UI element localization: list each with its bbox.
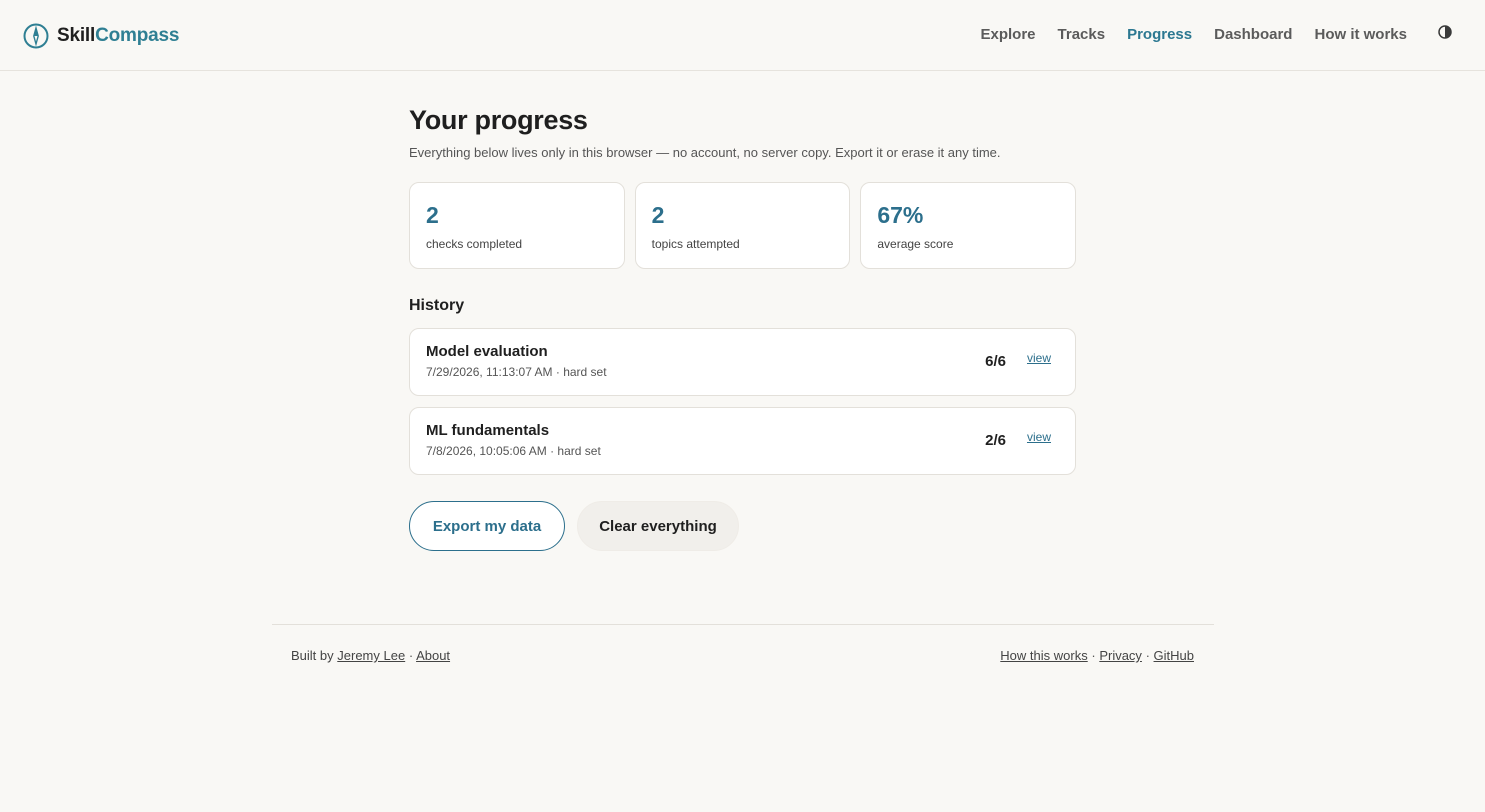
history-list: Model evaluation 7/29/2026, 11:13:07 AM … (409, 328, 1076, 475)
nav-link-dashboard[interactable]: Dashboard (1214, 24, 1292, 46)
history-item: ML fundamentals 7/8/2026, 10:05:06 AM · … (409, 407, 1076, 475)
brand-logo-link[interactable]: SkillCompass (23, 22, 179, 49)
nav-link-progress[interactable]: Progress (1127, 24, 1192, 46)
compass-icon (23, 23, 49, 48)
history-item-view-link[interactable]: view (1027, 351, 1051, 365)
stat-card-average-score: 67% average score (860, 182, 1077, 269)
footer-separator: · (1091, 648, 1096, 663)
history-item-title: Model evaluation (426, 343, 548, 360)
site-footer: Built by Jeremy Lee · About How this wor… (272, 624, 1214, 684)
brand-name-part2: Compass (95, 24, 180, 46)
history-item-view-link[interactable]: view (1027, 430, 1051, 444)
built-by-text: Built by (291, 648, 334, 663)
brand-name-part1: Skill (57, 24, 96, 46)
stat-card-checks: 2 checks completed (409, 182, 625, 269)
page-subtitle: Everything below lives only in this brow… (409, 145, 1001, 160)
history-item-meta: 7/29/2026, 11:13:07 AM · hard set (426, 365, 607, 379)
footer-separator: · (1145, 648, 1150, 663)
stat-label: average score (877, 237, 954, 251)
history-item-score: 6/6 (985, 353, 1006, 370)
author-link[interactable]: Jeremy Lee (337, 648, 405, 663)
data-actions: Export my data Clear everything (409, 501, 1076, 551)
stats-row: 2 checks completed 2 topics attempted 67… (409, 182, 1077, 269)
how-this-works-link[interactable]: How this works (1000, 648, 1087, 663)
about-link[interactable]: About (416, 648, 450, 663)
site-header: SkillCompass Explore Tracks Progress Das… (0, 0, 1485, 71)
stat-value: 2 (426, 202, 439, 228)
footer-links: How this works · Privacy · GitHub (1000, 648, 1194, 663)
stat-label: checks completed (426, 237, 523, 251)
history-item-score: 2/6 (985, 432, 1006, 449)
stat-value: 67% (877, 202, 924, 228)
history-heading: History (409, 297, 465, 314)
github-link[interactable]: GitHub (1154, 648, 1194, 663)
nav-link-how-it-works[interactable]: How it works (1314, 24, 1407, 46)
nav-link-tracks[interactable]: Tracks (1058, 24, 1106, 46)
clear-everything-button[interactable]: Clear everything (577, 501, 739, 551)
stat-label: topics attempted (651, 237, 740, 251)
progress-main: Your progress Everything below lives onl… (409, 100, 1077, 551)
stat-value: 2 (651, 202, 665, 228)
contrast-icon[interactable] (1438, 25, 1452, 39)
main-nav: Explore Tracks Progress Dashboard How it… (981, 24, 1408, 46)
history-item-meta: 7/8/2026, 10:05:06 AM · hard set (426, 444, 601, 458)
history-item: Model evaluation 7/29/2026, 11:13:07 AM … (409, 328, 1076, 396)
stat-card-topics: 2 topics attempted (634, 182, 851, 269)
brand-name: SkillCompass (57, 25, 179, 47)
footer-credits: Built by Jeremy Lee · About (291, 648, 450, 663)
nav-link-explore[interactable]: Explore (981, 24, 1036, 46)
export-data-button[interactable]: Export my data (409, 501, 565, 551)
history-item-title: ML fundamentals (426, 422, 550, 439)
privacy-link[interactable]: Privacy (1099, 648, 1142, 663)
footer-separator: · (408, 648, 414, 663)
page-title: Your progress (409, 105, 588, 135)
